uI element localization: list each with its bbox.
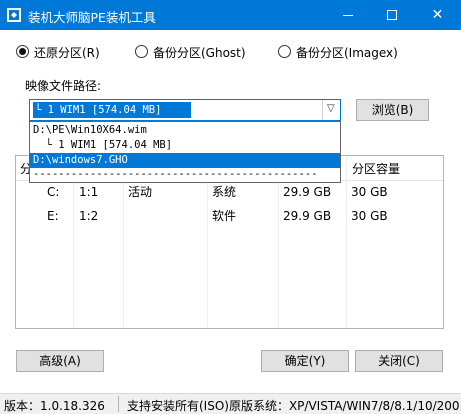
table-cell: E: [47,209,59,223]
dropdown-option[interactable]: └ 1 WIM1 [574.04 MB] [30,138,340,153]
combobox-selected-value: └ 1 WIM1 [574.04 MB] [33,102,191,118]
title-bar[interactable]: 装机大师脑PE装机工具 ✕ [0,0,461,30]
minimize-button[interactable] [326,0,371,30]
dropdown-option-highlighted[interactable]: D:\windows7.GHO [30,153,340,168]
image-path-dropdown-list[interactable]: D:\PE\Win10X64.wim └ 1 WIM1 [574.04 MB] … [29,121,341,183]
radio-label-ghost: 备份分区(Ghost) [153,46,246,60]
dropdown-option[interactable]: D:\PE\Win10X64.wim [30,123,340,138]
column-divider [346,156,347,328]
table-cell: 系统 [212,185,237,199]
maximize-button[interactable] [370,0,415,30]
dropdown-separator: ----------------------------------------… [33,168,318,180]
status-bar: 版本：1.0.18.326 支持安装所有(ISO)原版系统：XP/VISTA/W… [0,393,461,414]
radio-button[interactable] [278,45,291,58]
image-path-label: 映像文件路径: [25,79,102,93]
table-cell: 1:1 [79,185,99,199]
supported-systems-text: 支持安装所有(ISO)原版系统：XP/VISTA/WIN7/8/8.1/10/2… [127,399,460,413]
dropdown-toggle[interactable]: ▽ [322,100,340,120]
app-icon [7,8,21,22]
table-cell: 29.9 GB [283,209,332,223]
radio-button-checked[interactable] [16,45,29,58]
advanced-button[interactable]: 高级(A) [16,350,104,372]
table-cell: 30 GB [351,209,388,223]
ok-button[interactable]: 确定(Y) [261,350,349,372]
minimize-icon [343,15,353,16]
table-cell: C: [47,185,60,199]
table-cell: 1:2 [79,209,99,223]
table-cell: 29.9 GB [283,185,332,199]
close-window-button[interactable]: ✕ [415,0,460,30]
table-cell: 软件 [212,209,237,223]
close-icon: ✕ [431,7,444,23]
column-header-capacity[interactable]: 分区容量 [352,158,400,180]
radio-label-imagex: 备份分区(Imagex) [296,46,398,60]
table-cell: 活动 [128,185,153,199]
table-cell: 30 GB [351,185,388,199]
window-title: 装机大师脑PE装机工具 [28,10,156,25]
status-divider [118,396,119,412]
radio-label-restore: 还原分区(R) [34,46,100,60]
image-path-combobox[interactable]: └ 1 WIM1 [574.04 MB] ▽ [29,99,341,121]
browse-button[interactable]: 浏览(B) [356,99,429,121]
maximize-icon [387,10,397,20]
version-text: 版本：1.0.18.326 [4,399,105,413]
chevron-down-icon: ▽ [327,103,335,114]
close-button[interactable]: 关闭(C) [355,350,443,372]
radio-button[interactable] [135,45,148,58]
